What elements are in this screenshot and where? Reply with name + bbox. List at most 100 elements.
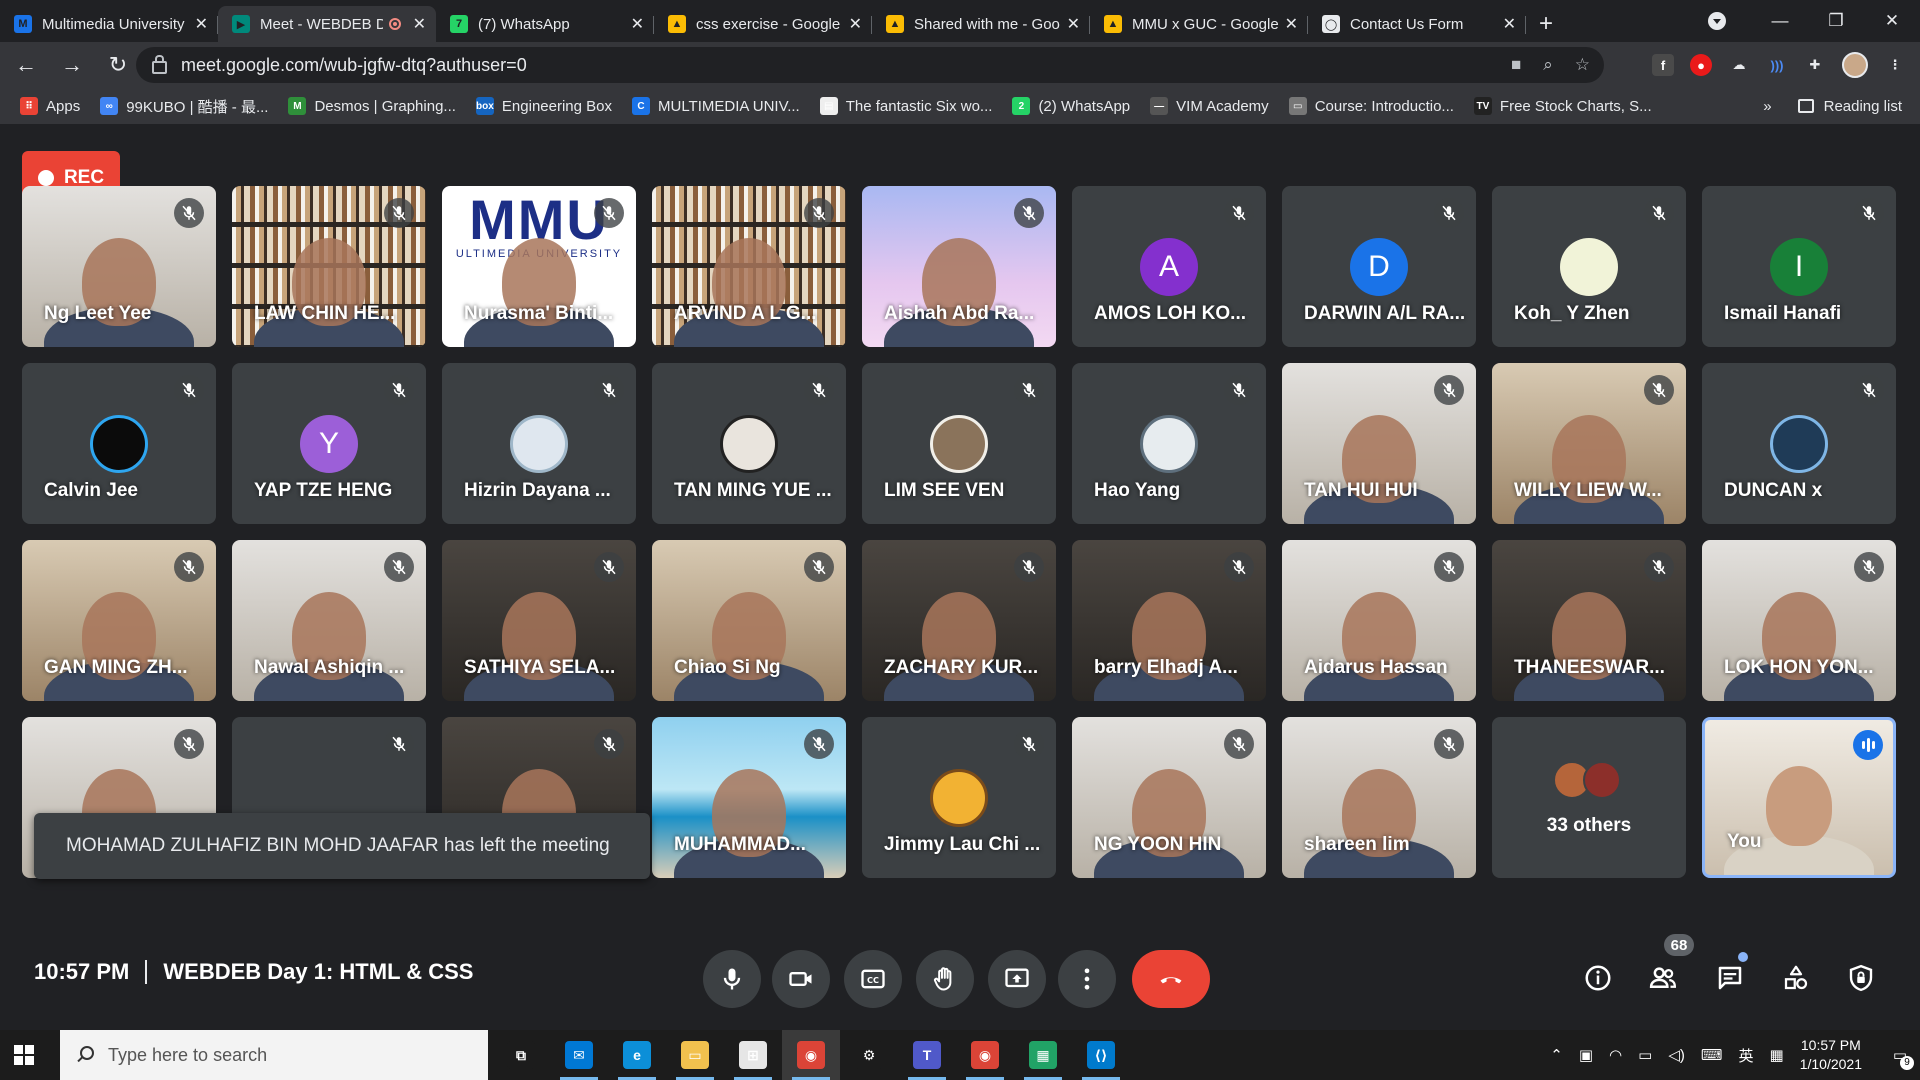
back-icon[interactable]: ← (6, 45, 46, 85)
close-window-icon[interactable]: ✕ (1864, 11, 1920, 31)
keyboard-icon[interactable]: ⌨ (1701, 1046, 1723, 1064)
participant-tile[interactable]: I Ismail Hanafi (1702, 186, 1896, 347)
participant-tile[interactable]: Jimmy Lau Chi ... (862, 717, 1056, 878)
audio-extension-icon[interactable]: ))) (1766, 54, 1788, 76)
microphone-button[interactable] (703, 950, 761, 1008)
participant-tile[interactable]: barry Elhadj A... (1072, 540, 1266, 701)
people-button[interactable] (1645, 960, 1681, 996)
browser-tab[interactable]: ▲ MMU x GUC - Google ✕ (1090, 6, 1308, 42)
participant-tile[interactable]: Hao Yang (1072, 363, 1266, 524)
browser-tab[interactable]: ▶ Meet - WEBDEB D ✕ (218, 6, 436, 42)
participant-tile[interactable]: Nawal Ashiqin ... (232, 540, 426, 701)
participant-tile[interactable]: Ng Leet Yee (22, 186, 216, 347)
taskbar-app-mail[interactable]: ✉ (550, 1030, 608, 1080)
taskbar-app-settings[interactable]: ⚙ (840, 1030, 898, 1080)
reload-icon[interactable]: ↻ (98, 45, 138, 85)
battery-icon[interactable]: ▭ (1638, 1046, 1652, 1064)
participant-tile[interactable]: Aidarus Hassan (1282, 540, 1476, 701)
raise-hand-button[interactable] (916, 950, 974, 1008)
maximize-icon[interactable]: ❐ (1808, 11, 1864, 31)
participant-tile[interactable]: TAN MING YUE ... (652, 363, 846, 524)
participant-tile[interactable]: DUNCAN x (1702, 363, 1896, 524)
taskbar-app-teams[interactable]: T (898, 1030, 956, 1080)
forward-icon[interactable]: → (52, 45, 92, 85)
participant-tile[interactable]: LOK HON YON... (1702, 540, 1896, 701)
more-options-button[interactable] (1058, 950, 1116, 1008)
camera-button[interactable] (772, 950, 830, 1008)
chat-button[interactable] (1712, 960, 1748, 996)
bookmark-item[interactable]: TV Free Stock Charts, S... (1473, 97, 1652, 115)
wifi-icon[interactable]: ◠ (1609, 1046, 1622, 1064)
participant-tile[interactable]: Koh_ Y Zhen (1492, 186, 1686, 347)
participant-tile[interactable]: Y YAP TZE HENG (232, 363, 426, 524)
leave-call-button[interactable] (1132, 950, 1210, 1008)
bookmark-item[interactable]: C MULTIMEDIA UNIV... (632, 97, 800, 115)
participant-tile[interactable]: MMU ULTIMEDIA UNIVERSITY Nurasma' Binti... (442, 186, 636, 347)
start-button[interactable] (0, 1030, 48, 1080)
bookmark-item[interactable]: box Engineering Box (475, 97, 612, 115)
tab-close-icon[interactable]: ✕ (195, 14, 208, 34)
participant-tile[interactable]: LAW CHIN HE... (232, 186, 426, 347)
bookmark-item[interactable]: — VIM Academy (1150, 97, 1269, 115)
tab-close-icon[interactable]: ✕ (849, 14, 862, 34)
participant-tile[interactable]: A AMOS LOH KO... (1072, 186, 1266, 347)
participant-tile[interactable]: TAN HUI HUI (1282, 363, 1476, 524)
chat-extension-icon[interactable]: ☁ (1728, 54, 1750, 76)
participant-tile[interactable]: shareen lim (1282, 717, 1476, 878)
chrome-menu-icon[interactable]: ⋮ (1884, 54, 1906, 76)
security-tray-icon[interactable]: ▣ (1579, 1046, 1593, 1064)
present-screen-button[interactable] (988, 950, 1046, 1008)
host-controls-button[interactable] (1843, 960, 1879, 996)
activities-button[interactable] (1778, 960, 1814, 996)
self-view-tile[interactable]: You (1702, 717, 1896, 878)
tab-search-icon[interactable] (1708, 12, 1726, 30)
meeting-title[interactable]: WEBDEB Day 1: HTML & CSS (163, 959, 473, 985)
bookmarks-overflow-button[interactable]: » (1763, 98, 1771, 115)
participant-tile[interactable]: Chiao Si Ng (652, 540, 846, 701)
participant-tile[interactable]: ARVIND A L G... (652, 186, 846, 347)
bookmark-item[interactable]: ⠿ Apps (20, 97, 80, 115)
zoom-icon[interactable]: ⌕ (1543, 55, 1553, 75)
taskbar-app-file-explorer[interactable]: ▭ (666, 1030, 724, 1080)
camera-in-use-icon[interactable]: ■ (1511, 55, 1521, 75)
bookmark-item[interactable]: ▤ The fantastic Six wo... (819, 97, 992, 115)
taskbar-app-edge[interactable]: e (608, 1030, 666, 1080)
others-tile[interactable]: 33 others (1492, 717, 1686, 878)
participant-tile[interactable]: Calvin Jee (22, 363, 216, 524)
taskbar-app-store[interactable]: ⊞ (724, 1030, 782, 1080)
bookmark-item[interactable]: 2 (2) WhatsApp (1012, 97, 1130, 115)
facebook-extension-icon[interactable]: f (1652, 54, 1674, 76)
participant-tile[interactable]: D DARWIN A/L RA... (1282, 186, 1476, 347)
action-center-button[interactable]: ▭ 9 (1880, 1030, 1920, 1080)
meeting-details-button[interactable] (1580, 960, 1616, 996)
participant-tile[interactable]: LIM SEE VEN (862, 363, 1056, 524)
participant-tile[interactable]: NG YOON HIN (1072, 717, 1266, 878)
participant-tile[interactable]: Hizrin Dayana ... (442, 363, 636, 524)
browser-tab[interactable]: ◯ Contact Us Form ✕ (1308, 6, 1526, 42)
participant-tile[interactable]: Aishah Abd Ra... (862, 186, 1056, 347)
calendar-grid-icon[interactable]: ▦ (1770, 1046, 1784, 1064)
tab-close-icon[interactable]: ✕ (1285, 14, 1298, 34)
browser-tab[interactable]: ▲ css exercise - Google ✕ (654, 6, 872, 42)
taskbar-search-box[interactable]: Type here to search (60, 1030, 488, 1080)
taskbar-app-task-view[interactable]: ⧉ (492, 1030, 550, 1080)
bookmark-item[interactable]: ∞ 99KUBO | 酷播 - 最... (100, 96, 268, 117)
browser-tab[interactable]: 7 (7) WhatsApp ✕ (436, 6, 654, 42)
participant-tile[interactable]: ZACHARY KUR... (862, 540, 1056, 701)
new-tab-button[interactable]: + (1526, 6, 1566, 42)
volume-icon[interactable]: ◁) (1668, 1046, 1685, 1064)
show-hidden-icons-icon[interactable]: ⌃ (1550, 1046, 1563, 1064)
tab-close-icon[interactable]: ✕ (413, 14, 426, 34)
taskbar-clock[interactable]: 10:57 PM 1/10/2021 (1800, 1036, 1862, 1074)
tab-close-icon[interactable]: ✕ (1067, 14, 1080, 34)
participant-tile[interactable]: SATHIYA SELA... (442, 540, 636, 701)
lock-icon[interactable] (152, 54, 167, 74)
bookmark-star-icon[interactable]: ☆ (1575, 55, 1590, 75)
taskbar-app-vscode[interactable]: ⟨⟩ (1072, 1030, 1130, 1080)
address-bar[interactable]: meet.google.com/wub-jgfw-dtq?authuser=0 … (136, 47, 1604, 83)
participant-tile[interactable]: WILLY LIEW W... (1492, 363, 1686, 524)
extensions-puzzle-icon[interactable]: ✚ (1804, 54, 1826, 76)
captions-button[interactable]: CC (844, 950, 902, 1008)
minimize-icon[interactable]: — (1752, 11, 1808, 31)
bookmark-item[interactable]: ▭ Course: Introductio... (1288, 97, 1454, 115)
